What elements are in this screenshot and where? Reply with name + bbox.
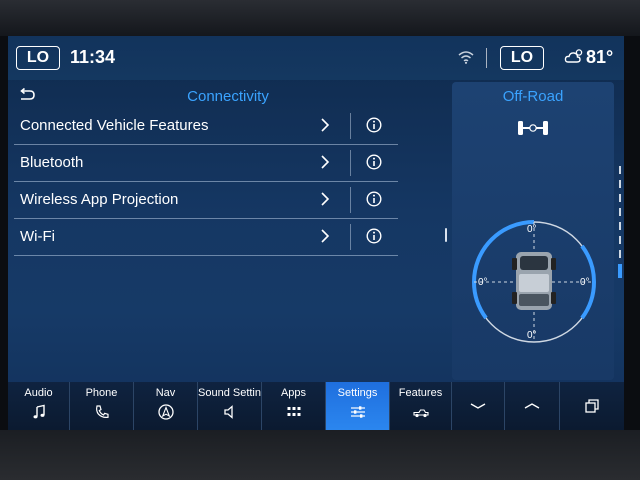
chevron-right-icon [321,192,330,206]
sliders-icon [350,406,365,418]
tab-apps[interactable]: Apps [262,382,326,430]
multitask-button[interactable] [560,382,624,430]
speaker-icon [223,405,233,419]
wifi-icon [458,51,474,64]
list-item-wifi[interactable]: Wi-Fi [14,219,398,256]
chevron-down-icon [470,403,486,409]
info-icon[interactable] [366,191,382,207]
info-icon[interactable] [366,228,382,244]
page-title: Connectivity [187,88,269,105]
tab-label: Phone [85,387,118,399]
outside-temperature: 81° [586,47,614,67]
list-item-connected-vehicle-features[interactable]: Connected Vehicle Features [14,108,398,145]
offroad-title: Off-Road [502,88,564,105]
panel-resize-handle[interactable] [445,228,447,242]
screen: LO 11:34 LO 81° Connectivity Connected V… [8,36,624,430]
connectivity-panel: Connectivity Connected Vehicle Features … [8,80,408,380]
tab-label: Sound Settin [198,387,261,399]
chevron-right-icon [321,118,330,132]
status-bar: LO 11:34 LO 81° [8,36,624,80]
bezel-left [0,36,8,430]
bezel-right [624,36,640,430]
row-divider [350,113,351,139]
collapse-button[interactable] [452,382,505,430]
row-divider [350,187,351,213]
windows-stack-icon [585,399,599,413]
tab-label: Nav [155,387,176,399]
driver-climate-temp[interactable]: LO [16,46,60,70]
roll-right-value: 0° [580,277,590,288]
phone-icon [95,405,109,419]
offroad-panel[interactable]: Off-Road 0° 0° 0° 0° [452,82,614,380]
tab-phone[interactable]: Phone [70,382,134,430]
bottom-nav: Audio Phone Nav Sound Settin Apps Settin… [8,382,624,430]
inclinometer-gauge [472,220,596,343]
list-item-label: Wireless App Projection [20,191,179,208]
navigation-arrow-icon [157,404,174,420]
apps-grid-icon [287,407,300,416]
status-separator [486,48,487,68]
weather-icon [564,49,583,63]
roll-left-value: 0° [478,277,488,288]
list-item-bluetooth[interactable]: Bluetooth [14,145,398,182]
bezel-top [0,0,640,36]
info-icon[interactable] [366,154,382,170]
info-icon[interactable] [366,117,382,133]
list-item-label: Connected Vehicle Features [20,117,209,134]
axle-icon [518,121,548,135]
row-divider [350,224,351,250]
passenger-climate-temp[interactable]: LO [500,46,544,70]
chevron-right-icon [321,229,330,243]
row-divider [350,150,351,176]
chevron-right-icon [321,155,330,169]
expand-button[interactable] [505,382,560,430]
tab-settings[interactable]: Settings [326,382,390,430]
clock: 11:34 [70,47,116,67]
tab-label: Apps [280,387,307,399]
list-item-wireless-app-projection[interactable]: Wireless App Projection [14,182,398,219]
truck-icon [412,409,429,418]
tab-audio[interactable]: Audio [8,382,70,430]
chevron-up-icon [524,403,540,409]
music-note-icon [33,404,45,419]
pitch-front-value: 0° [527,224,537,235]
tab-label: Settings [337,387,378,399]
tab-nav[interactable]: Nav [134,382,198,430]
bezel-bottom [0,430,640,480]
tab-label: Features [398,387,443,399]
tab-features[interactable]: Features [390,382,452,430]
list-item-label: Wi-Fi [20,228,55,245]
tab-sound-settings[interactable]: Sound Settin [198,382,262,430]
side-scroll-indicator [618,166,622,278]
pitch-rear-value: 0° [527,330,537,341]
tab-label: Audio [24,387,53,399]
list-item-label: Bluetooth [20,154,84,171]
